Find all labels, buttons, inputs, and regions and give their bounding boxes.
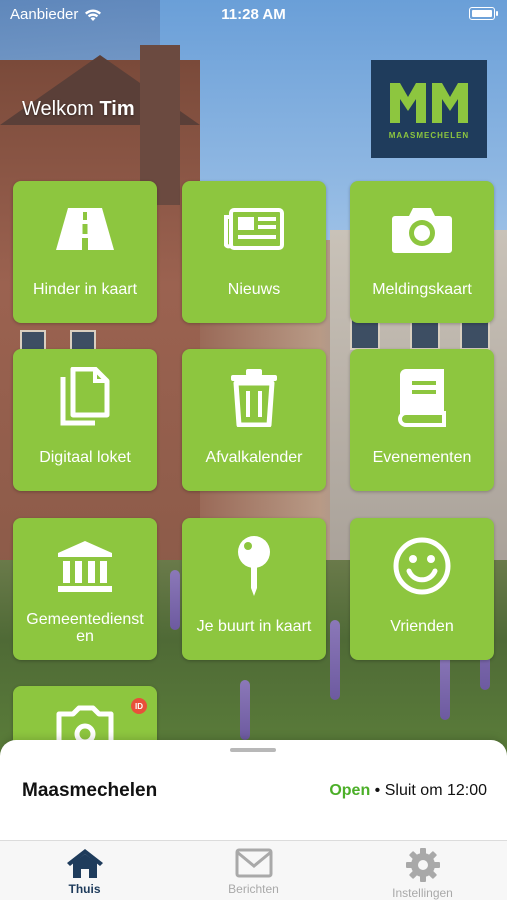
book-icon [397, 369, 446, 427]
separator: • [370, 782, 385, 799]
location-sheet[interactable]: Maasmechelen Open • Sluit om 12:00 [0, 740, 507, 840]
tab-instellingen[interactable]: Instellingen [338, 841, 507, 900]
gear-icon [405, 848, 440, 882]
tab-label: Thuis [68, 882, 101, 896]
new-badge: ID [131, 698, 147, 714]
user-name: Tim [99, 98, 135, 120]
tab-label: Berichten [228, 882, 279, 896]
tile-label: Afvalkalender [205, 449, 303, 466]
smiley-icon [393, 537, 451, 595]
tile-nieuws[interactable]: Nieuws [182, 181, 326, 323]
welcome-prefix: Welkom [22, 98, 94, 120]
open-status: Open [329, 782, 371, 799]
photo-map-icon [56, 705, 114, 744]
clock: 11:28 AM [221, 6, 286, 23]
status-bar: Aanbieder 11:28 AM [0, 0, 507, 30]
tile-vrienden[interactable]: Vrienden [350, 518, 494, 660]
mm-logo-mark [390, 82, 468, 123]
map-pin-icon [238, 536, 270, 596]
newspaper-icon [224, 208, 284, 250]
tab-thuis[interactable]: Thuis [0, 841, 169, 900]
maasmechelen-logo: MAASMECHELEN [371, 60, 487, 158]
tile-meldingskaart[interactable]: Meldingskaart [350, 181, 494, 323]
home-icon [66, 849, 103, 878]
tile-label: Nieuws [227, 281, 281, 298]
tile-je-buurt-in-kaart[interactable]: Je buurt in kaart [182, 518, 326, 660]
camera-icon [392, 208, 452, 253]
closing-time: Sluit om 12:00 [384, 782, 487, 799]
tile-label: Vrienden [390, 618, 454, 635]
logo-text: MAASMECHELEN [388, 130, 470, 140]
tile-label: Evenementen [372, 449, 472, 466]
road-icon [56, 208, 114, 250]
tile-label: Digitaal loket [39, 449, 131, 466]
opening-hours: Open • Sluit om 12:00 [329, 782, 487, 800]
envelope-icon [235, 848, 272, 878]
tab-berichten[interactable]: Berichten [169, 841, 338, 900]
tile-label: Meldingskaart [372, 281, 472, 298]
tab-bar: Thuis Berichten Instellingen [0, 840, 507, 900]
tile-label: Gemeentedienst en [26, 611, 144, 645]
tile-evenementen[interactable]: Evenementen [350, 349, 494, 491]
building-icon [58, 541, 112, 592]
tile-label: Je buurt in kaart [196, 618, 312, 635]
tile-digitaal-loket[interactable]: Digitaal loket [13, 349, 157, 491]
welcome-text: Welkom Tim [22, 98, 135, 121]
tile-hinder-in-kaart[interactable]: Hinder in kaart [13, 181, 157, 323]
tile-gemeentediensten[interactable]: Gemeentedienst en [13, 518, 157, 660]
battery-icon [469, 7, 498, 20]
place-name: Maasmechelen [22, 780, 158, 801]
tile-label: Hinder in kaart [32, 281, 138, 298]
trash-icon [231, 369, 277, 427]
sheet-handle[interactable] [230, 748, 276, 752]
tile-photo-map[interactable]: ID [13, 686, 157, 746]
documents-icon [60, 367, 110, 426]
tab-label: Instellingen [392, 886, 453, 900]
tile-afvalkalender[interactable]: Afvalkalender [182, 349, 326, 491]
